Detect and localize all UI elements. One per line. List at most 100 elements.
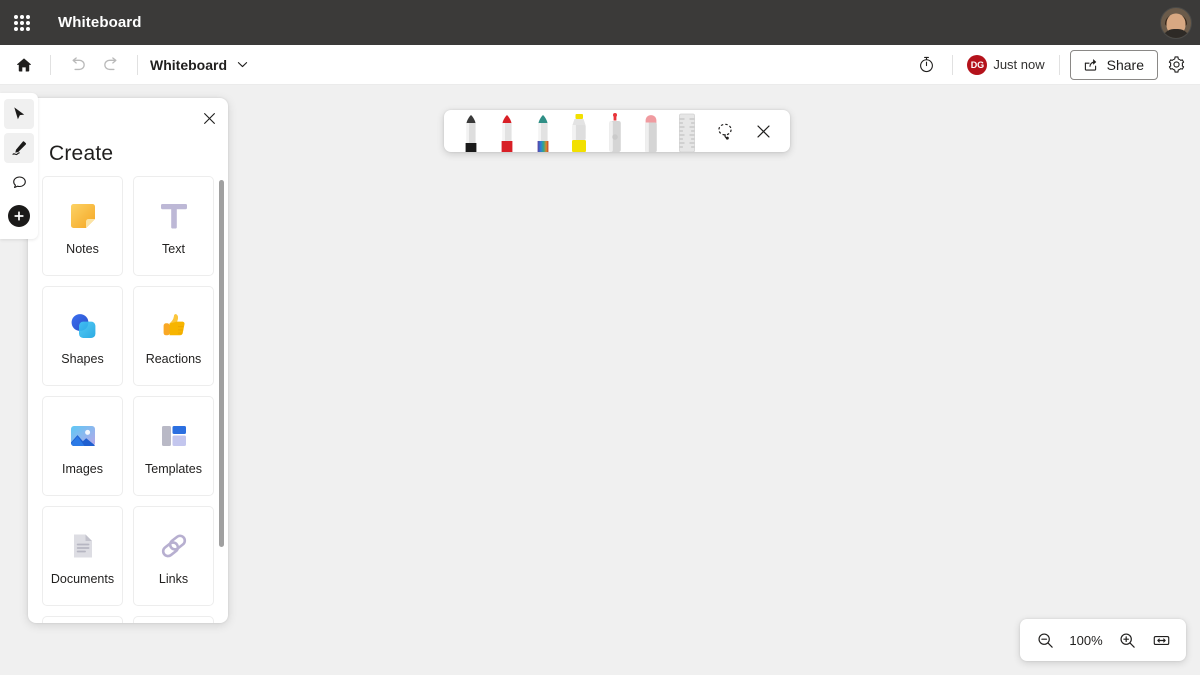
chevron-down-icon (237, 62, 247, 68)
fit-to-screen-icon (1153, 635, 1169, 645)
pen-red-button[interactable] (489, 110, 525, 152)
document-icon (63, 526, 103, 566)
timer-button[interactable] (910, 49, 942, 81)
eraser-small-button[interactable] (597, 110, 633, 152)
pen-red-icon (501, 115, 513, 152)
app-launcher-button[interactable] (0, 0, 44, 45)
create-card-partial[interactable] (42, 616, 123, 623)
zoom-controls: 100% (1020, 619, 1186, 661)
cursor-arrow-icon (13, 106, 24, 119)
create-card-partial[interactable] (133, 616, 214, 623)
create-card-label: Notes (66, 242, 99, 256)
eraser-pink-icon (645, 115, 657, 152)
comment-bubble-icon (12, 175, 26, 188)
pen-rainbow-button[interactable] (525, 110, 561, 152)
pen-rainbow-icon (537, 115, 549, 152)
presence-avatar: DG (967, 54, 988, 75)
thumbs-up-icon (154, 306, 194, 346)
settings-button[interactable] (1160, 49, 1192, 81)
plus-glyph (14, 211, 24, 221)
whiteboard-app: Whiteboard Whiteboard DG Just now Share … (0, 0, 1200, 675)
fit-to-screen-button[interactable] (1146, 625, 1176, 655)
ink-toolbar (444, 110, 790, 152)
eraser-pink-button[interactable] (633, 110, 669, 152)
create-card-grid: Notes Text Shapes Reactions Images Templ… (42, 176, 214, 623)
ruler-button[interactable] (669, 110, 705, 152)
divider (50, 54, 51, 75)
close-icon (756, 124, 770, 138)
image-icon (63, 416, 103, 456)
create-card-label: Links (158, 572, 189, 586)
create-panel-scrollbar[interactable] (219, 180, 224, 547)
create-card-templates[interactable]: Templates (133, 396, 214, 496)
create-card-documents[interactable]: Documents (42, 506, 123, 606)
create-card-reactions[interactable]: Reactions (133, 286, 214, 386)
link-icon (154, 526, 194, 566)
avatar-body (1162, 28, 1190, 38)
sticky-note-icon (63, 196, 103, 236)
presence-status: Just now (993, 57, 1045, 72)
comment-tool-button[interactable] (4, 167, 34, 197)
divider (952, 54, 954, 75)
create-card-label: Images (62, 462, 103, 476)
lasso-select-button[interactable] (707, 113, 743, 149)
create-card-notes[interactable]: Notes (42, 176, 123, 276)
templates-icon (154, 416, 194, 456)
document-title[interactable]: Whiteboard (150, 57, 227, 73)
redo-button[interactable] (95, 49, 127, 81)
plus-circle-icon (8, 205, 30, 227)
ink-toolbar-close-button[interactable] (745, 113, 781, 149)
share-button-label: Share (1106, 56, 1144, 73)
create-card-label: Templates (145, 462, 202, 476)
divider (137, 54, 138, 75)
insert-tool-button[interactable] (4, 201, 34, 231)
zoom-out-icon (1037, 632, 1053, 648)
divider (1058, 54, 1060, 75)
ink-tool-button[interactable] (4, 133, 34, 163)
create-card-label: Shapes (61, 352, 104, 366)
lasso-select-icon (718, 123, 732, 140)
command-bar-left: Whiteboard (0, 49, 255, 81)
close-icon (203, 112, 215, 124)
redo-icon (103, 57, 117, 71)
command-bar-right: DG Just now Share (910, 49, 1200, 81)
shapes-icon (63, 306, 103, 346)
zoom-in-icon (1119, 632, 1135, 648)
undo-button[interactable] (61, 49, 93, 81)
home-button[interactable] (8, 49, 40, 81)
presence-indicator[interactable]: DG Just now (963, 54, 1048, 75)
create-card-label: Reactions (145, 352, 202, 366)
gear-icon (1168, 56, 1184, 73)
pen-black-icon (465, 115, 477, 152)
create-card-text[interactable]: Text (133, 176, 214, 276)
create-panel-close-button[interactable] (196, 105, 222, 131)
user-avatar[interactable] (1160, 6, 1192, 39)
eraser-small-icon (609, 113, 621, 152)
pen-black-button[interactable] (453, 110, 489, 152)
create-panel-scroll-area[interactable]: Notes Text Shapes Reactions Images Templ… (28, 176, 228, 623)
waffle-grid-icon (14, 14, 30, 31)
ruler-icon (679, 113, 695, 152)
tool-rail (0, 93, 38, 239)
create-card-images[interactable]: Images (42, 396, 123, 496)
command-bar: Whiteboard DG Just now Share (0, 45, 1200, 85)
create-card-label: Text (162, 242, 185, 256)
suite-title: Whiteboard (58, 14, 142, 31)
share-button[interactable]: Share (1069, 49, 1158, 80)
suite-header-right (1160, 6, 1200, 39)
text-icon (154, 196, 194, 236)
zoom-level-label[interactable]: 100% (1064, 633, 1108, 648)
highlighter-yellow-button[interactable] (561, 110, 597, 152)
select-tool-button[interactable] (4, 99, 34, 129)
create-card-links[interactable]: Links (133, 506, 214, 606)
zoom-in-button[interactable] (1112, 625, 1142, 655)
zoom-out-button[interactable] (1030, 625, 1060, 655)
create-card-shapes[interactable]: Shapes (42, 286, 123, 386)
timer-icon (919, 56, 933, 73)
home-icon (17, 57, 31, 71)
document-menu-button[interactable] (229, 52, 255, 78)
create-card-label: Documents (50, 572, 115, 586)
undo-icon (71, 57, 85, 71)
pen-icon (11, 140, 26, 155)
create-panel: Create Notes Text Shapes Reactions Image… (28, 98, 228, 623)
